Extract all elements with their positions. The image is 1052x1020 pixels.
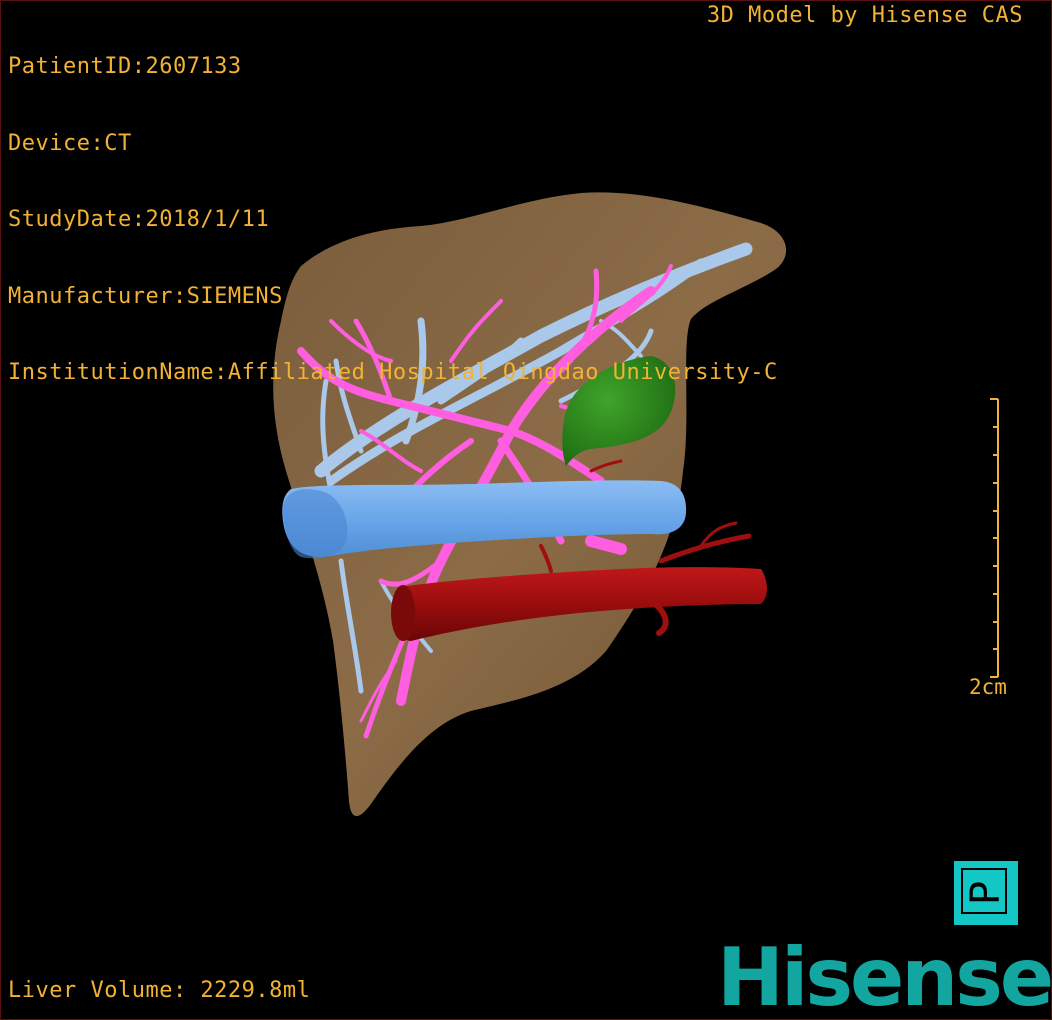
institution-name: InstitutionName:Affiliated Hospital Qing…: [8, 360, 778, 385]
patient-id: PatientID:2607133: [8, 54, 242, 79]
liver-volume: Liver Volume: 2229.8ml: [8, 978, 311, 1003]
study-date: StudyDate:2018/1/11: [8, 207, 270, 232]
orientation-marker[interactable]: P: [954, 861, 1018, 925]
manufacturer: Manufacturer:SIEMENS: [8, 283, 283, 309]
orientation-letter: P: [963, 880, 1009, 906]
scale-bar: [990, 398, 999, 678]
scale-bar-label: 2cm: [969, 675, 1007, 699]
hisense-logo: Hisense: [717, 931, 1052, 1020]
3d-viewport[interactable]: PatientID:2607133 Device:CT StudyDate:20…: [0, 0, 1052, 1020]
patient-info-overlay: PatientID:2607133 Device:CT StudyDate:20…: [8, 3, 778, 437]
model-credit: 3D Model by Hisense CAS: [706, 3, 1023, 28]
device: Device:CT: [8, 130, 132, 156]
